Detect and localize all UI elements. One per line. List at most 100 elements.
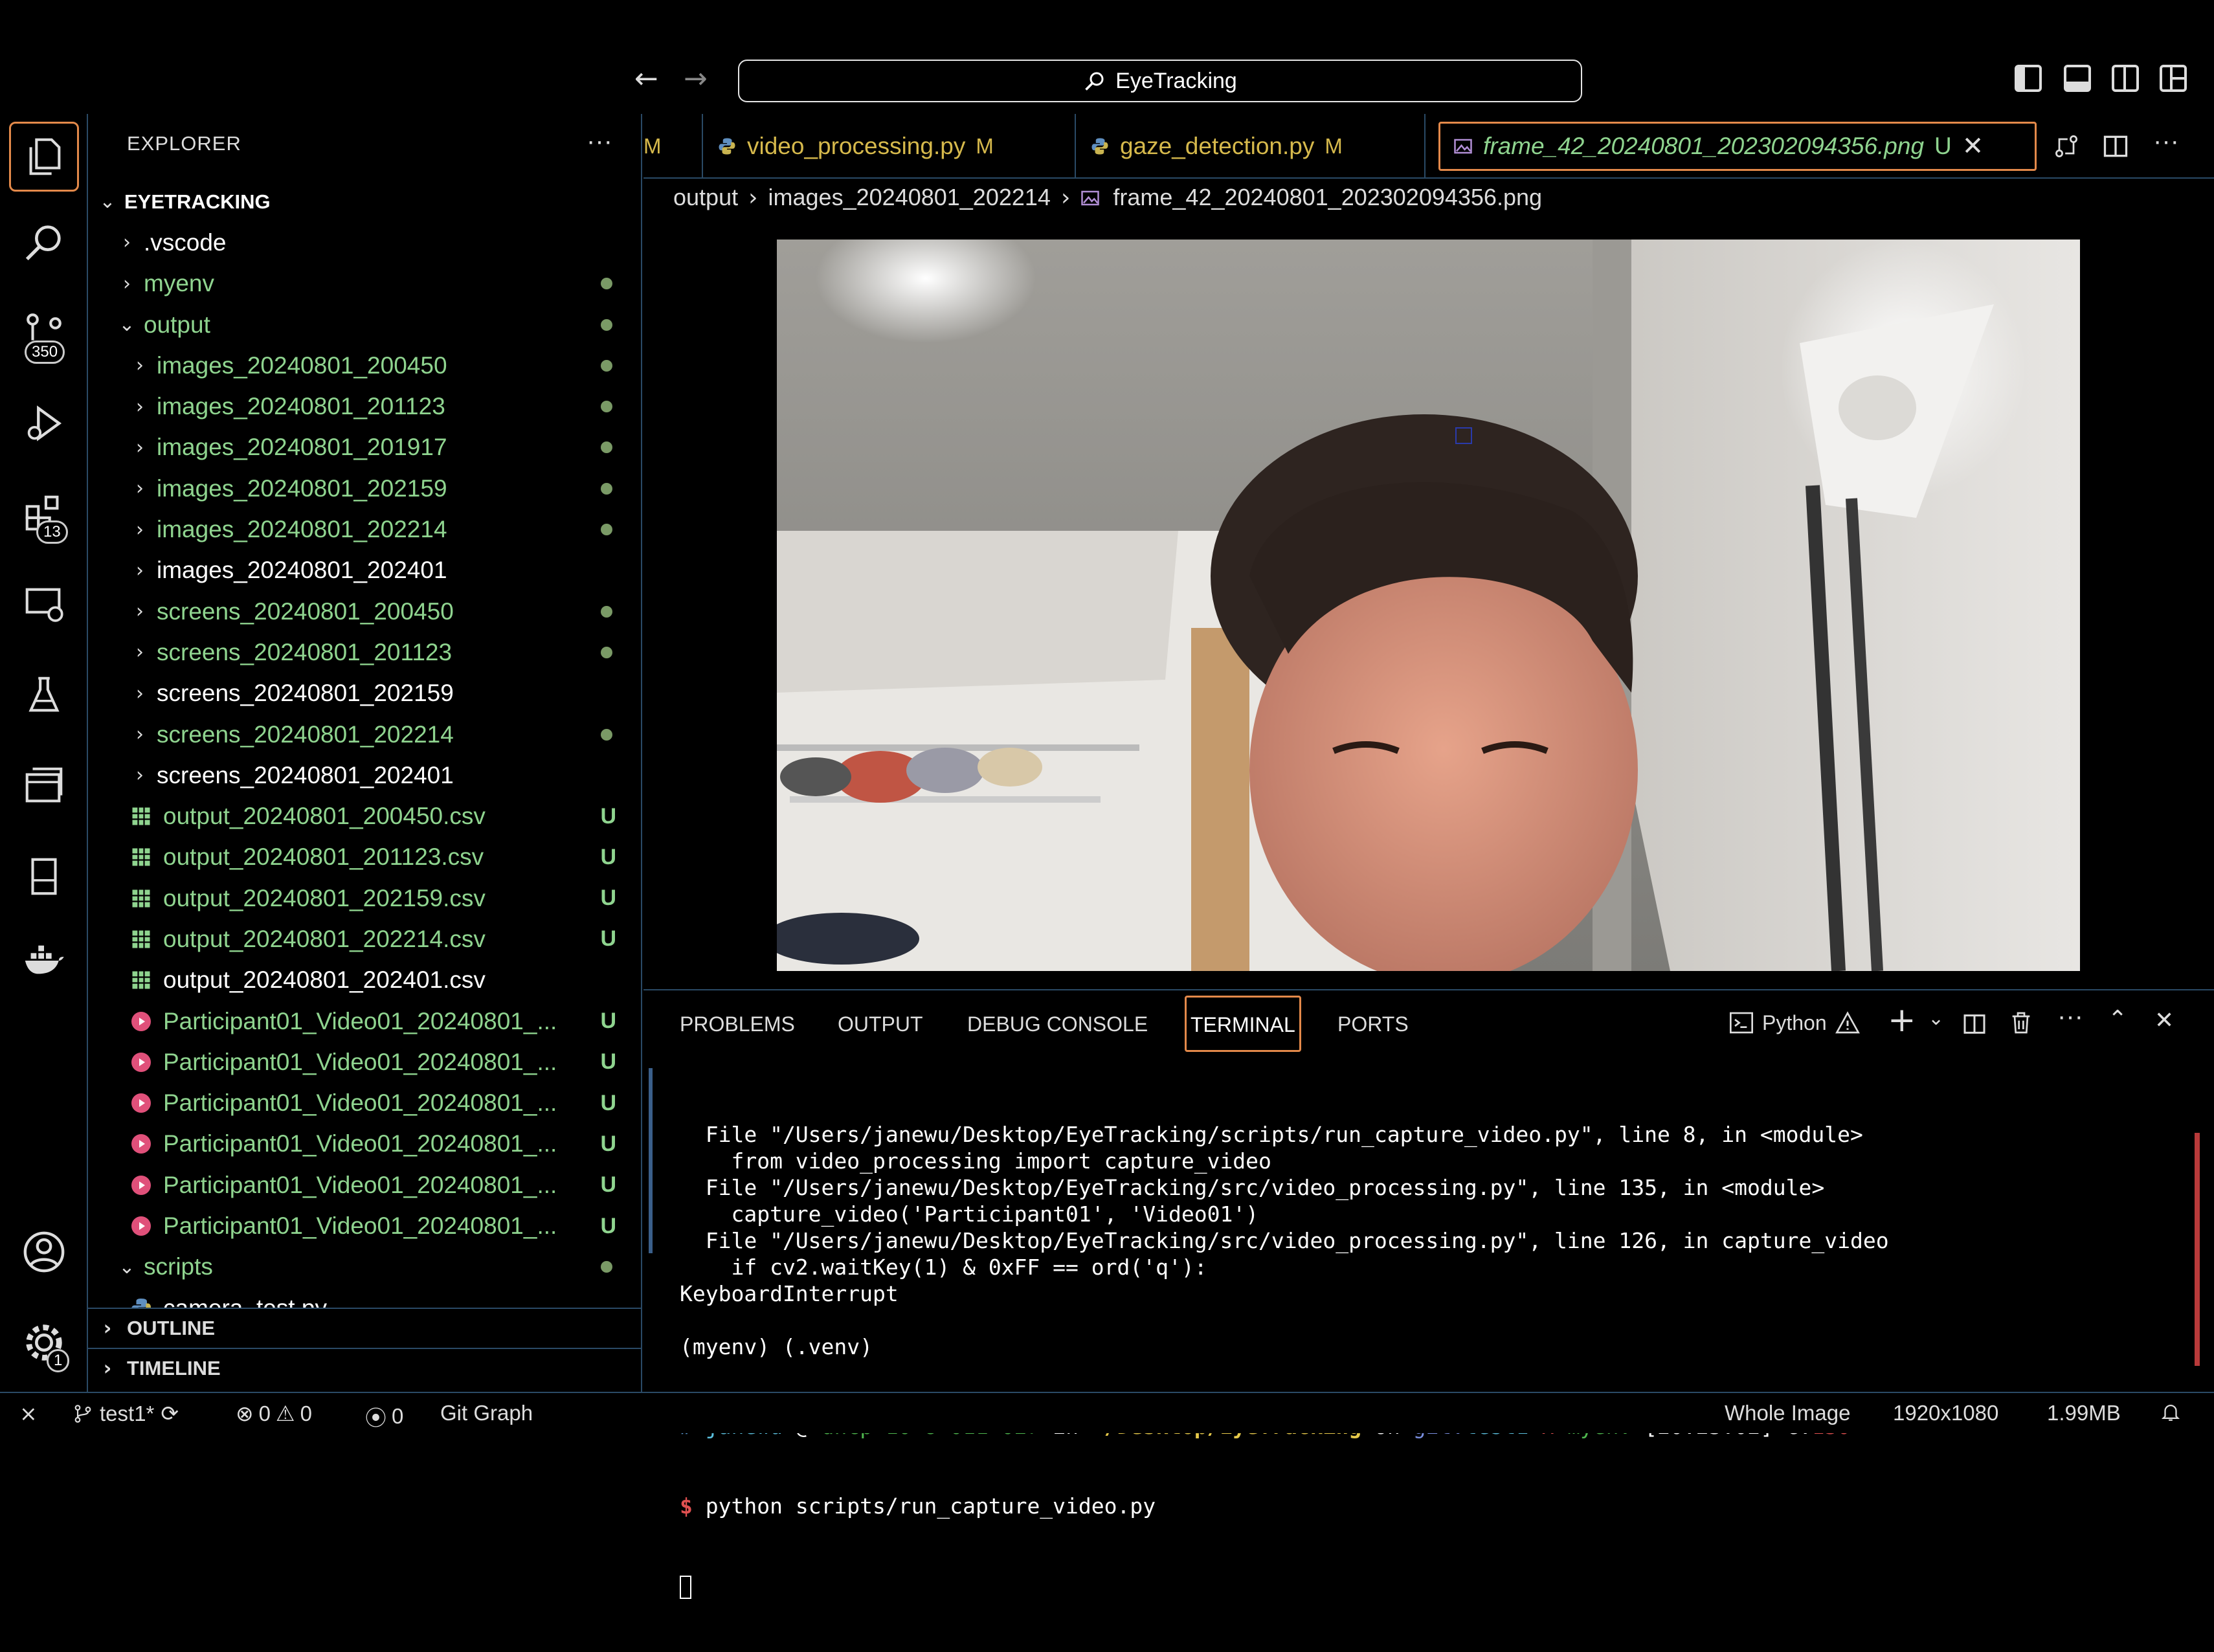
notifications-bell-icon[interactable] xyxy=(2160,1401,2182,1428)
manage-gear-icon[interactable]: 1 xyxy=(19,1318,70,1372)
run-debug-icon[interactable] xyxy=(19,399,69,448)
chevron-down-icon[interactable]: ⌄ xyxy=(1928,1007,1944,1030)
toggle-panel-icon[interactable] xyxy=(2064,65,2091,92)
tree-item-label: output_20240801_202401.csv xyxy=(163,966,486,994)
sync-icon[interactable]: ⟳ xyxy=(161,1401,179,1426)
tree-item[interactable]: Participant01_Video01_20240801_... U xyxy=(88,1083,642,1124)
remote-explorer-icon[interactable] xyxy=(19,580,69,629)
breadcrumb-item[interactable]: output xyxy=(673,184,738,210)
terminal-shell-selector[interactable]: Python xyxy=(1728,1010,1861,1036)
csv-file-icon xyxy=(129,887,163,910)
chevron-right-icon: › xyxy=(123,231,131,254)
tree-item[interactable]: output_20240801_202159.csv U xyxy=(88,878,642,919)
git-status-badge: U xyxy=(600,926,616,952)
split-editor-icon[interactable] xyxy=(2101,132,2130,161)
extensions-icon[interactable]: 13 xyxy=(19,489,69,544)
git-graph-button[interactable]: Git Graph xyxy=(440,1401,533,1425)
tab-terminal[interactable]: TERMINAL xyxy=(1185,996,1301,1052)
tree-item[interactable]: › images_20240801_202214 xyxy=(88,509,642,550)
compare-changes-icon[interactable] xyxy=(2052,132,2081,161)
tree-item[interactable]: › screens_20240801_200450 xyxy=(88,591,642,632)
terminal-output[interactable]: File "/Users/janewu/Desktop/EyeTracking/… xyxy=(680,1068,1889,1652)
breadcrumb-item[interactable]: frame_42_20240801_202302094356.png xyxy=(1113,184,1542,210)
terminal-cursor xyxy=(680,1572,1889,1599)
tab-debug-console[interactable]: DEBUG CONSOLE xyxy=(967,1012,1148,1036)
tree-item[interactable]: output_20240801_201123.csv U xyxy=(88,837,642,878)
tab-ports[interactable]: PORTS xyxy=(1337,1012,1409,1036)
tab-problems[interactable]: PROBLEMS xyxy=(680,1012,795,1036)
image-preview[interactable] xyxy=(777,240,2080,971)
maximize-panel-icon[interactable]: ⌃ xyxy=(2108,1006,2127,1032)
source-control-icon[interactable]: 350 xyxy=(19,308,69,364)
extensions-badge: 13 xyxy=(36,520,68,544)
tree-item[interactable]: Participant01_Video01_20240801_... U xyxy=(88,1124,642,1165)
toggle-secondary-sidebar-icon[interactable] xyxy=(2112,65,2139,92)
trash-icon[interactable] xyxy=(2008,1010,2034,1036)
split-terminal-icon[interactable] xyxy=(1962,1011,1987,1037)
image-mode[interactable]: Whole Image xyxy=(1725,1401,1850,1425)
tree-item[interactable]: Participant01_Video01_20240801_... U xyxy=(88,1165,642,1205)
tree-item[interactable]: ⌄ output xyxy=(88,304,642,345)
panel-more-icon[interactable]: ··· xyxy=(2057,1002,2083,1031)
tree-item[interactable]: output_20240801_200450.csv U xyxy=(88,796,642,836)
account-icon[interactable] xyxy=(19,1227,69,1277)
tab-video-processing[interactable]: video_processing.py M xyxy=(703,114,1076,179)
tree-item[interactable]: › screens_20240801_201123 xyxy=(88,632,642,673)
new-terminal-icon[interactable]: + xyxy=(1888,1001,1916,1040)
tree-item[interactable]: output_20240801_202401.csv xyxy=(88,960,642,1001)
tree-item[interactable]: › images_20240801_202159 xyxy=(88,468,642,509)
chevron-right-icon: › xyxy=(136,436,144,459)
book-icon[interactable] xyxy=(19,852,69,901)
terminal-scrollbar[interactable] xyxy=(2195,1133,2200,1366)
tree-item[interactable]: › images_20240801_201123 xyxy=(88,386,642,427)
breadcrumb: output › images_20240801_202214 › frame_… xyxy=(673,184,1542,211)
tree-item[interactable]: › screens_20240801_202214 xyxy=(88,714,642,755)
tree-item[interactable]: › .vscode xyxy=(88,222,642,263)
tree-item[interactable]: › images_20240801_201917 xyxy=(88,427,642,468)
tab-overflow[interactable]: M xyxy=(643,114,703,179)
tree-item[interactable]: output_20240801_202214.csv U xyxy=(88,919,642,959)
customize-layout-icon[interactable] xyxy=(2160,65,2187,92)
tree-item[interactable]: Participant01_Video01_20240801_... U xyxy=(88,1042,642,1082)
forward-arrow-icon[interactable]: → xyxy=(684,62,708,95)
tree-item-label: Participant01_Video01_20240801_... xyxy=(163,1171,557,1198)
breadcrumb-item[interactable]: images_20240801_202214 xyxy=(768,184,1051,210)
tree-item[interactable]: camera_test.py xyxy=(88,1288,642,1308)
tree-item[interactable]: ⌄ scripts xyxy=(88,1247,642,1288)
problems-indicator[interactable]: ⊗ 0 ⚠ 0 xyxy=(236,1401,312,1426)
timeline-section[interactable]: › TIMELINE xyxy=(88,1348,642,1388)
tree-item[interactable]: › images_20240801_200450 xyxy=(88,345,642,386)
toggle-primary-sidebar-icon[interactable] xyxy=(2015,65,2042,92)
close-panel-icon[interactable]: ✕ xyxy=(2154,1007,2174,1034)
explorer-icon[interactable] xyxy=(9,122,79,192)
testing-icon[interactable] xyxy=(19,671,69,720)
shell-name: Python xyxy=(1762,1010,1827,1034)
remote-indicator-icon[interactable]: ⨯ xyxy=(19,1401,38,1426)
tree-item[interactable]: Participant01_Video01_20240801_... U xyxy=(88,1001,642,1042)
tab-gaze-detection[interactable]: gaze_detection.py M xyxy=(1076,114,1426,179)
command-center-search[interactable]: EyeTracking xyxy=(738,60,1582,102)
tree-item[interactable]: › images_20240801_202401 xyxy=(88,550,642,591)
search-icon[interactable] xyxy=(19,218,69,267)
tab-status: U xyxy=(1934,133,1952,159)
tree-item[interactable]: Participant01_Video01_20240801_... U xyxy=(88,1205,642,1246)
outline-section[interactable]: › OUTLINE xyxy=(88,1308,642,1348)
tree-item[interactable]: › myenv xyxy=(88,263,642,304)
workspace-root[interactable]: ⌄ EYETRACKING xyxy=(88,181,642,222)
tree-item-label: screens_20240801_201123 xyxy=(157,638,453,665)
panels-icon[interactable] xyxy=(19,761,69,810)
back-arrow-icon[interactable]: ← xyxy=(634,62,658,95)
tree-item[interactable]: › screens_20240801_202401 xyxy=(88,755,642,796)
explorer-more-icon[interactable]: ··· xyxy=(587,127,612,156)
tree-item[interactable]: › screens_20240801_202159 xyxy=(88,673,642,714)
docker-icon[interactable] xyxy=(19,936,69,985)
terminal-lines: File "/Users/janewu/Desktop/EyeTracking/… xyxy=(680,1121,1889,1360)
chevron-down-icon: ⌄ xyxy=(118,1255,135,1278)
editor-more-icon[interactable]: ··· xyxy=(2153,127,2179,156)
close-tab-icon[interactable]: ✕ xyxy=(1962,131,1984,161)
tab-output[interactable]: OUTPUT xyxy=(838,1012,923,1036)
branch-indicator[interactable]: test1* ⟳ xyxy=(73,1401,179,1426)
tab-frame-png[interactable]: frame_42_20240801_202302094356.png U ✕ xyxy=(1438,122,2037,171)
chevron-right-icon: › xyxy=(748,184,758,211)
ports-indicator[interactable]: ⦿ 0 xyxy=(365,1401,403,1432)
